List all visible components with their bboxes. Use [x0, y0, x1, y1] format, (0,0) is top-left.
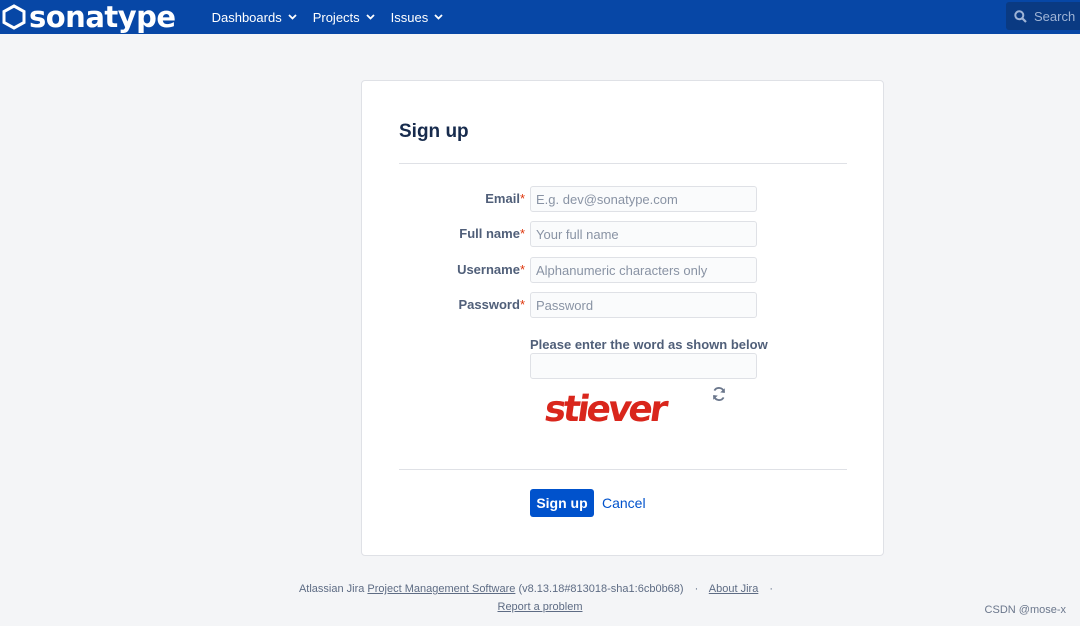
search-input[interactable]: Search: [1006, 2, 1080, 30]
fullname-row: Full name*: [362, 221, 885, 247]
top-navigation-bar: sonatype Dashboards Projects Issues Sear…: [0, 0, 1080, 34]
footer-prefix: Atlassian Jira: [298, 583, 365, 595]
fullname-label: Full name*: [459, 226, 525, 241]
fullname-field[interactable]: [530, 221, 757, 247]
password-field[interactable]: [530, 292, 757, 318]
about-jira-link[interactable]: About Jira: [709, 583, 759, 595]
footer-line-1: Atlassian Jira Project Management Softwa…: [0, 580, 1080, 598]
hexagon-logo-icon: [2, 4, 26, 30]
captcha-label: Please enter the word as shown below: [530, 337, 768, 352]
footer-line-2: Report a problem: [0, 598, 1080, 616]
footer: Atlassian Jira Project Management Softwa…: [0, 580, 1080, 616]
email-row: Email*: [362, 186, 885, 212]
footer-separator: ·: [694, 583, 699, 595]
cancel-link[interactable]: Cancel: [602, 495, 646, 511]
footer-separator: ·: [769, 583, 774, 595]
svg-text:stiever: stiever: [542, 387, 671, 430]
password-label: Password*: [458, 297, 525, 312]
title-divider: [399, 163, 847, 164]
username-label: Username*: [457, 262, 525, 277]
nav-dashboards[interactable]: Dashboards: [212, 0, 297, 34]
pms-link[interactable]: Project Management Software: [367, 583, 515, 595]
chevron-down-icon: [288, 14, 297, 20]
report-problem-link[interactable]: Report a problem: [498, 601, 583, 613]
watermark: CSDN @mose-x: [984, 604, 1066, 616]
search-placeholder: Search: [1034, 8, 1076, 24]
signup-card: Sign up Email* Full name* Username* Pass…: [361, 80, 884, 556]
page-title: Sign up: [399, 121, 469, 142]
main-nav: Dashboards Projects Issues: [212, 0, 460, 34]
refresh-captcha-icon[interactable]: [711, 386, 727, 402]
chevron-down-icon: [434, 14, 443, 20]
search-icon: [1014, 9, 1027, 23]
password-row: Password*: [362, 292, 885, 318]
nav-issues-label: Issues: [390, 9, 429, 25]
nav-projects[interactable]: Projects: [313, 0, 375, 34]
nav-dashboards-label: Dashboards: [211, 9, 282, 25]
username-row: Username*: [362, 257, 885, 283]
email-label: Email*: [485, 191, 525, 206]
email-field[interactable]: [530, 186, 757, 212]
chevron-down-icon: [366, 14, 375, 20]
logo-text: sonatype: [29, 0, 176, 34]
sonatype-logo[interactable]: sonatype: [2, 0, 176, 34]
captcha-image: stiever: [542, 387, 671, 430]
captcha-input[interactable]: [530, 353, 757, 379]
username-field[interactable]: [530, 257, 757, 283]
signup-button[interactable]: Sign up: [530, 489, 594, 517]
footer-version: (v8.13.18#813018-sha1:6cb0b68): [518, 583, 684, 595]
actions-divider: [399, 469, 847, 470]
nav-issues[interactable]: Issues: [391, 0, 444, 34]
nav-projects-label: Projects: [312, 9, 360, 25]
